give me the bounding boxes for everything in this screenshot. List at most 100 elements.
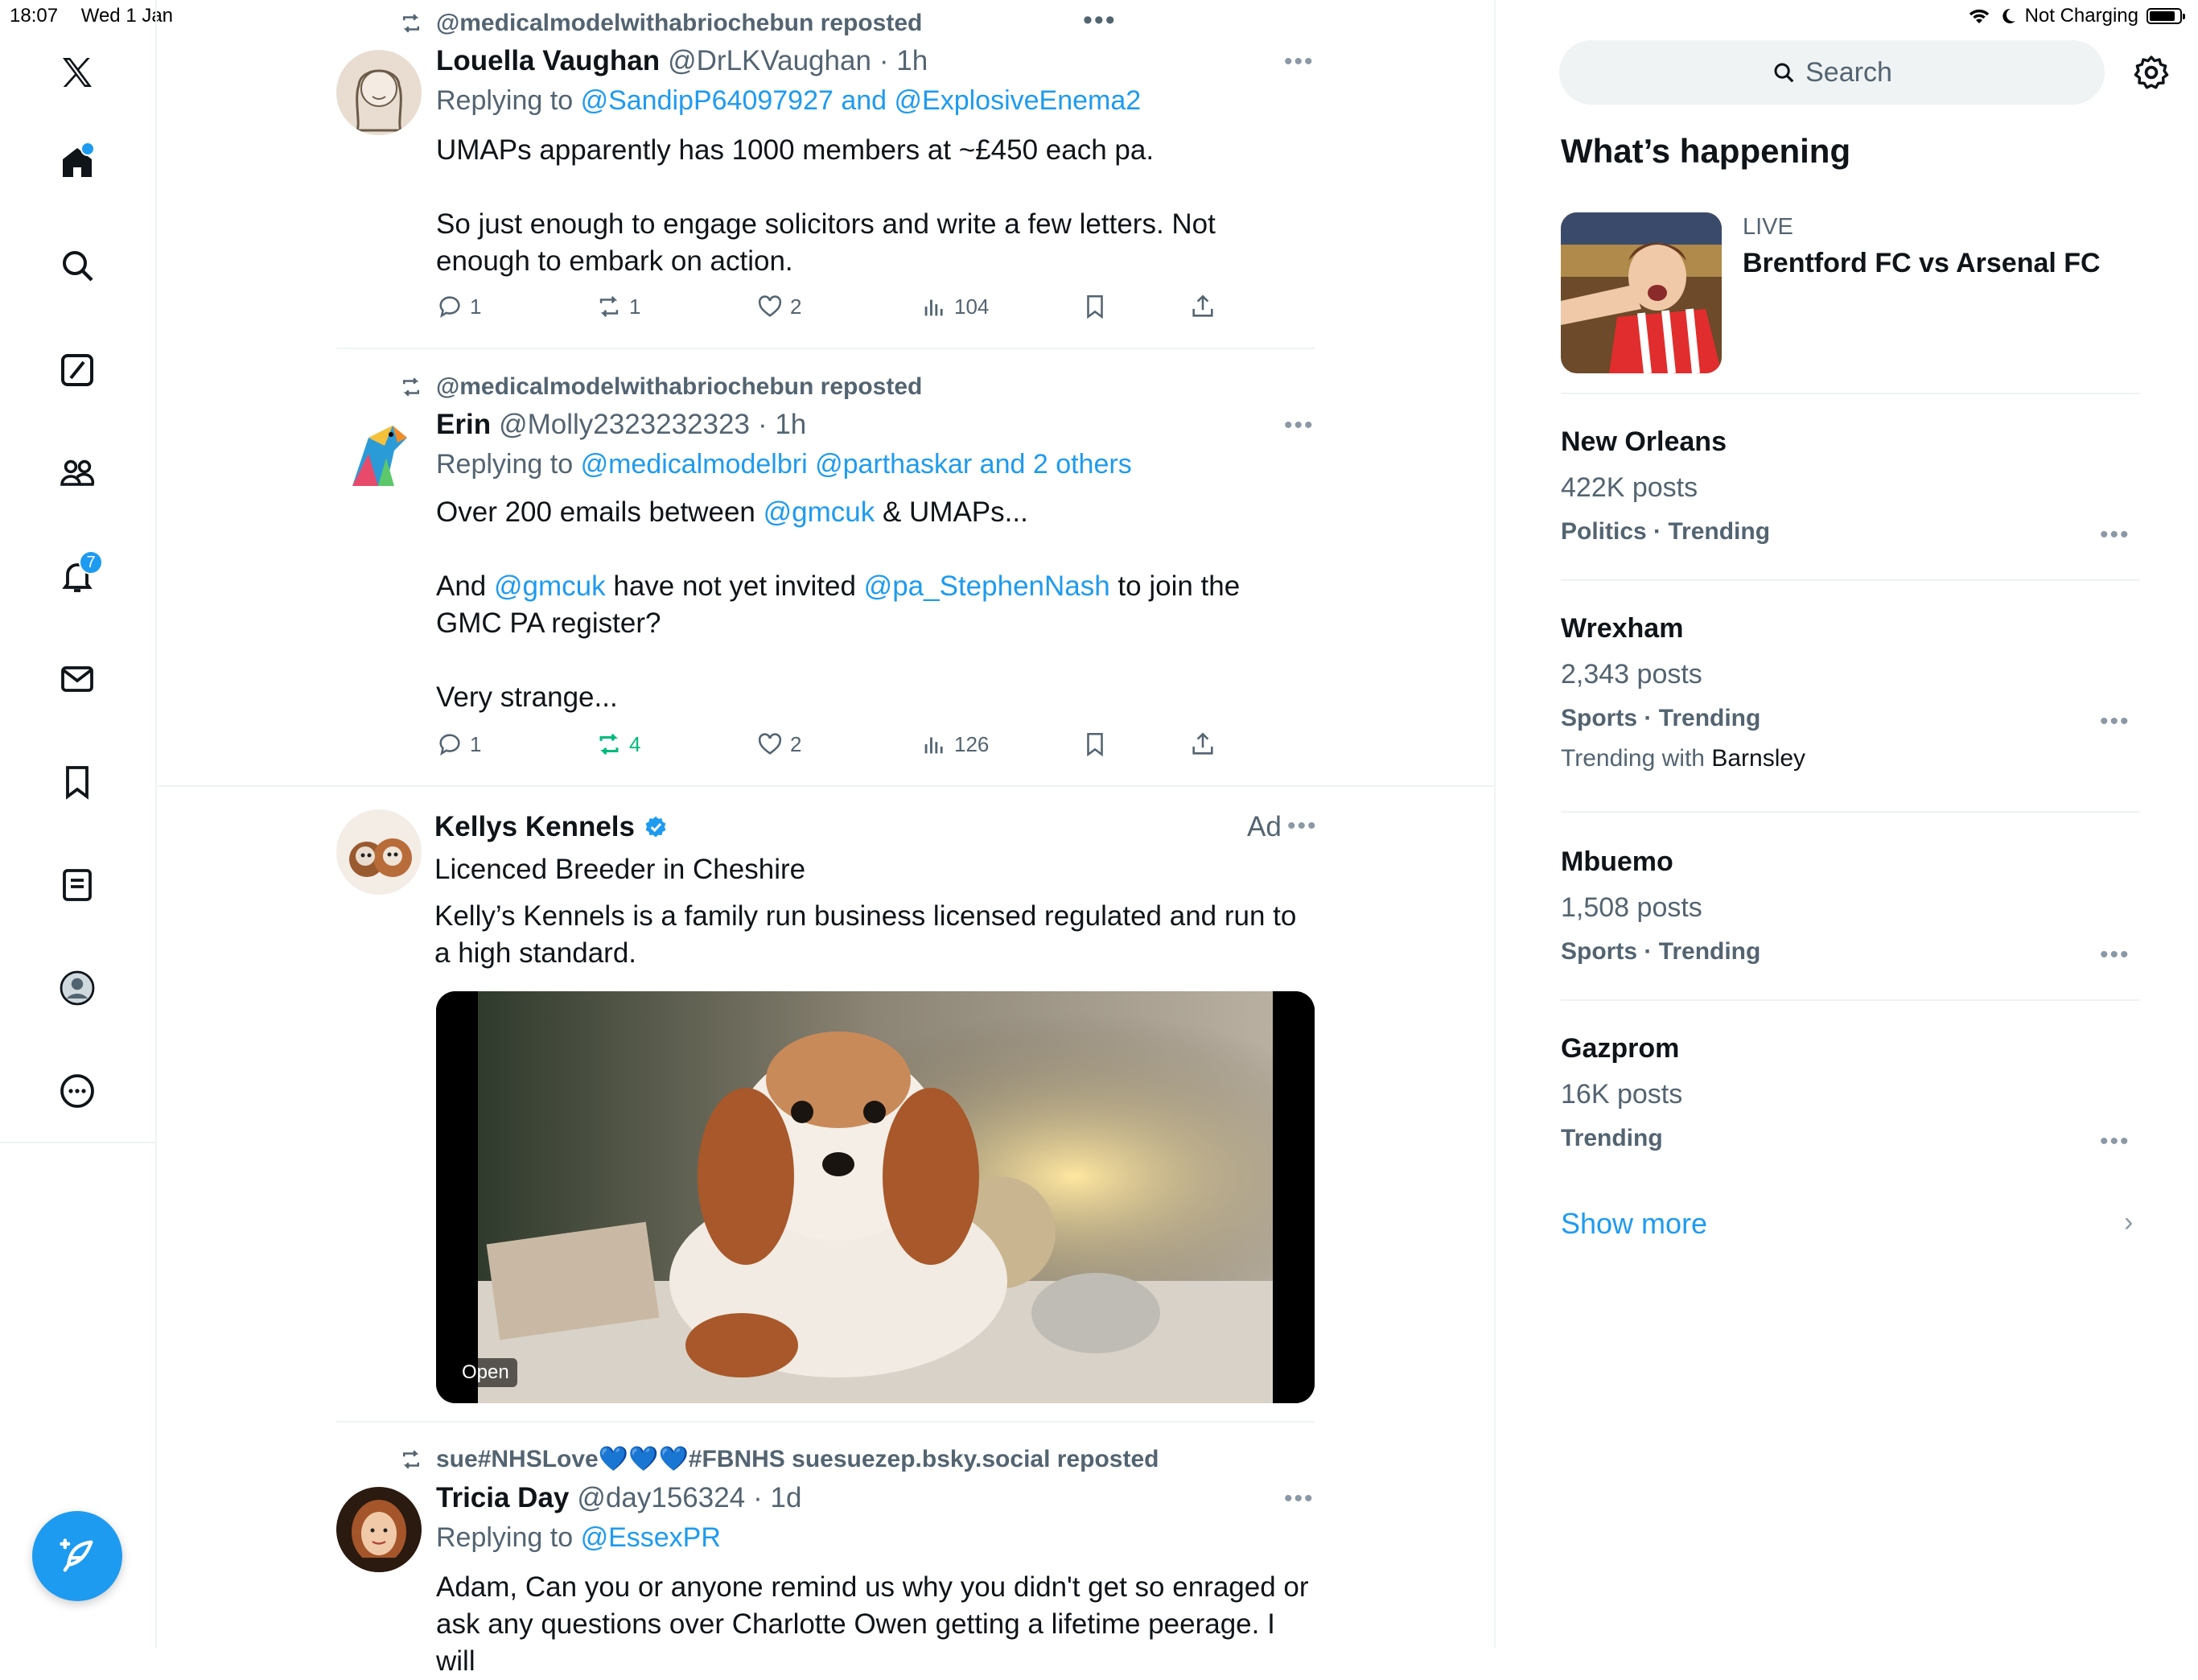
ad-more-button[interactable]: •••	[1287, 813, 1318, 840]
open-link-label[interactable]: Open	[454, 1358, 517, 1387]
post-text: Adam, Can you or anyone remind us why yo…	[436, 1571, 1309, 1677]
author-handle[interactable]: @Molly2323232323	[499, 409, 750, 441]
replying-to-link[interactable]: @EssexPR	[581, 1522, 721, 1553]
live-event-thumbnail[interactable]	[1561, 212, 1722, 373]
post-more-button[interactable]: •••	[1284, 1485, 1315, 1513]
trend-item[interactable]: Gazprom 16K posts Trending	[1561, 1033, 2140, 1152]
bookmark-icon	[1087, 732, 1103, 757]
text-segment: Over 200 emails between	[436, 496, 764, 528]
ad-author[interactable]: Kellys Kennels	[434, 811, 669, 843]
post-author[interactable]: Louella Vaughan @DrLKVaughan · 1h	[436, 45, 928, 77]
post-author[interactable]: Erin @Molly2323232323 · 1h	[436, 409, 806, 441]
home-icon[interactable]	[51, 137, 103, 188]
author-name[interactable]: Louella Vaughan	[436, 45, 660, 77]
advertiser-name[interactable]: Kellys Kennels	[434, 811, 635, 843]
author-handle[interactable]: @day156324	[577, 1482, 745, 1514]
bookmarks-icon[interactable]	[51, 756, 103, 808]
ad-subtitle: Licenced Breeder in Cheshire	[434, 854, 806, 885]
post-time[interactable]: · 1h	[758, 409, 806, 441]
mention-link[interactable]: @gmcuk	[494, 570, 606, 602]
views-button[interactable]: 126	[920, 731, 1081, 758]
trend-item[interactable]: Wrexham 2,343 posts Sports · Trending Tr…	[1561, 613, 2140, 772]
bookmark-button[interactable]	[1081, 293, 1189, 320]
avatar[interactable]	[336, 414, 422, 499]
repost-icon	[599, 296, 619, 317]
more-icon[interactable]	[51, 1065, 103, 1117]
compose-button[interactable]	[32, 1511, 122, 1601]
repost-by-text: sue#NHSLove💙💙💙#FBNHS suesuezep.bsky.soci…	[436, 1446, 1159, 1472]
post-more-button[interactable]: •••	[1284, 48, 1315, 76]
ad-image[interactable]: Open	[436, 991, 1315, 1403]
repost-button[interactable]: 1	[595, 293, 756, 320]
messages-icon[interactable]	[51, 653, 103, 705]
post-author[interactable]: Tricia Day @day156324 · 1d	[436, 1482, 801, 1514]
trend-category: Sports · Trending	[1561, 938, 1761, 965]
author-name[interactable]: Tricia Day	[436, 1482, 569, 1514]
text-segment: & UMAPs...	[875, 496, 1028, 528]
trend-more-button[interactable]: •••	[2100, 1128, 2130, 1155]
trending-with-name[interactable]: Barnsley	[1711, 745, 1805, 772]
status-bar-right: Not Charging	[1967, 5, 2185, 27]
avatar[interactable]	[336, 1487, 422, 1572]
center-column-divider	[1494, 0, 1496, 1648]
search-icon[interactable]	[51, 240, 103, 291]
post-text: So just enough to engage solicitors and …	[436, 208, 1216, 277]
whats-happening-heading: What’s happening	[1561, 132, 1851, 170]
mention-link[interactable]: @pa_StephenNash	[864, 570, 1110, 602]
share-button[interactable]	[1189, 293, 1216, 320]
trend-separator	[1561, 579, 2140, 581]
like-button[interactable]: 2	[756, 293, 920, 320]
post-more-button[interactable]: •••	[1284, 412, 1315, 439]
notifications-badge: 7	[79, 550, 103, 574]
profile-icon[interactable]	[51, 962, 103, 1014]
repost-button[interactable]: 4	[595, 731, 756, 758]
trend-name: New Orleans	[1561, 426, 1727, 457]
repost-icon	[403, 1449, 419, 1469]
heart-icon	[758, 295, 782, 317]
replying-prefix: Replying to	[436, 1522, 574, 1553]
trend-more-button[interactable]: •••	[2100, 708, 2130, 735]
bookmark-button[interactable]	[1081, 731, 1189, 758]
verified-badge-icon	[645, 816, 666, 838]
post-time[interactable]: · 1d	[753, 1482, 801, 1514]
replying-to-link[interactable]: @SandipP64097927 and @ExplosiveEnema2	[581, 85, 1142, 116]
mention-link[interactable]: @gmcuk	[764, 496, 875, 528]
trend-item[interactable]: Mbuemo 1,508 posts Sports · Trending	[1561, 846, 2140, 966]
author-handle[interactable]: @DrLKVaughan	[668, 45, 871, 77]
trend-separator	[1561, 811, 2140, 813]
share-button[interactable]	[1189, 731, 1216, 758]
reply-button[interactable]: 1	[436, 293, 595, 320]
replying-to-link[interactable]: @medicalmodelbri @parthaskar and 2 other…	[581, 449, 1132, 480]
settings-gear-icon[interactable]	[2132, 53, 2171, 92]
trend-more-button[interactable]: •••	[2100, 941, 2130, 969]
post-time[interactable]: · 1h	[879, 45, 928, 77]
search-input[interactable]: Search	[1559, 40, 2105, 105]
notifications-icon[interactable]: 7	[51, 550, 103, 602]
grok-icon[interactable]	[51, 344, 103, 396]
views-icon	[924, 299, 943, 316]
trend-item[interactable]: New Orleans 422K posts Politics · Trendi…	[1561, 426, 2140, 546]
views-button[interactable]: 104	[920, 293, 1081, 320]
trend-post-count: 2,343 posts	[1561, 659, 1702, 690]
top-more-menu[interactable]: •••	[1083, 5, 1117, 36]
avatar[interactable]	[336, 50, 422, 135]
reply-count: 1	[470, 294, 482, 319]
lists-icon[interactable]	[51, 859, 103, 911]
advertiser-avatar[interactable]	[336, 809, 422, 895]
trend-more-button[interactable]: •••	[2100, 521, 2130, 549]
post-separator	[336, 348, 1315, 349]
communities-icon[interactable]	[51, 447, 103, 499]
x-logo-icon[interactable]	[51, 47, 103, 98]
like-button[interactable]: 2	[756, 731, 920, 758]
reply-button[interactable]: 1	[436, 731, 595, 758]
home-unread-dot	[80, 142, 95, 156]
post-text: And @gmcuk have not yet invited @pa_Step…	[436, 568, 1313, 642]
show-more-link[interactable]: Show more	[1561, 1207, 1707, 1241]
battery-icon	[2147, 8, 2185, 24]
compose-feather-icon	[60, 1538, 93, 1572]
live-event-title[interactable]: Brentford FC vs Arsenal FC	[1743, 248, 2101, 279]
repost-by-text: @medicalmodelwithabriochebun reposted	[436, 373, 923, 400]
text-segment: have not yet invited	[605, 570, 864, 602]
replying-to: Replying to @medicalmodelbri @parthaskar…	[436, 449, 1132, 480]
author-name[interactable]: Erin	[436, 409, 491, 441]
